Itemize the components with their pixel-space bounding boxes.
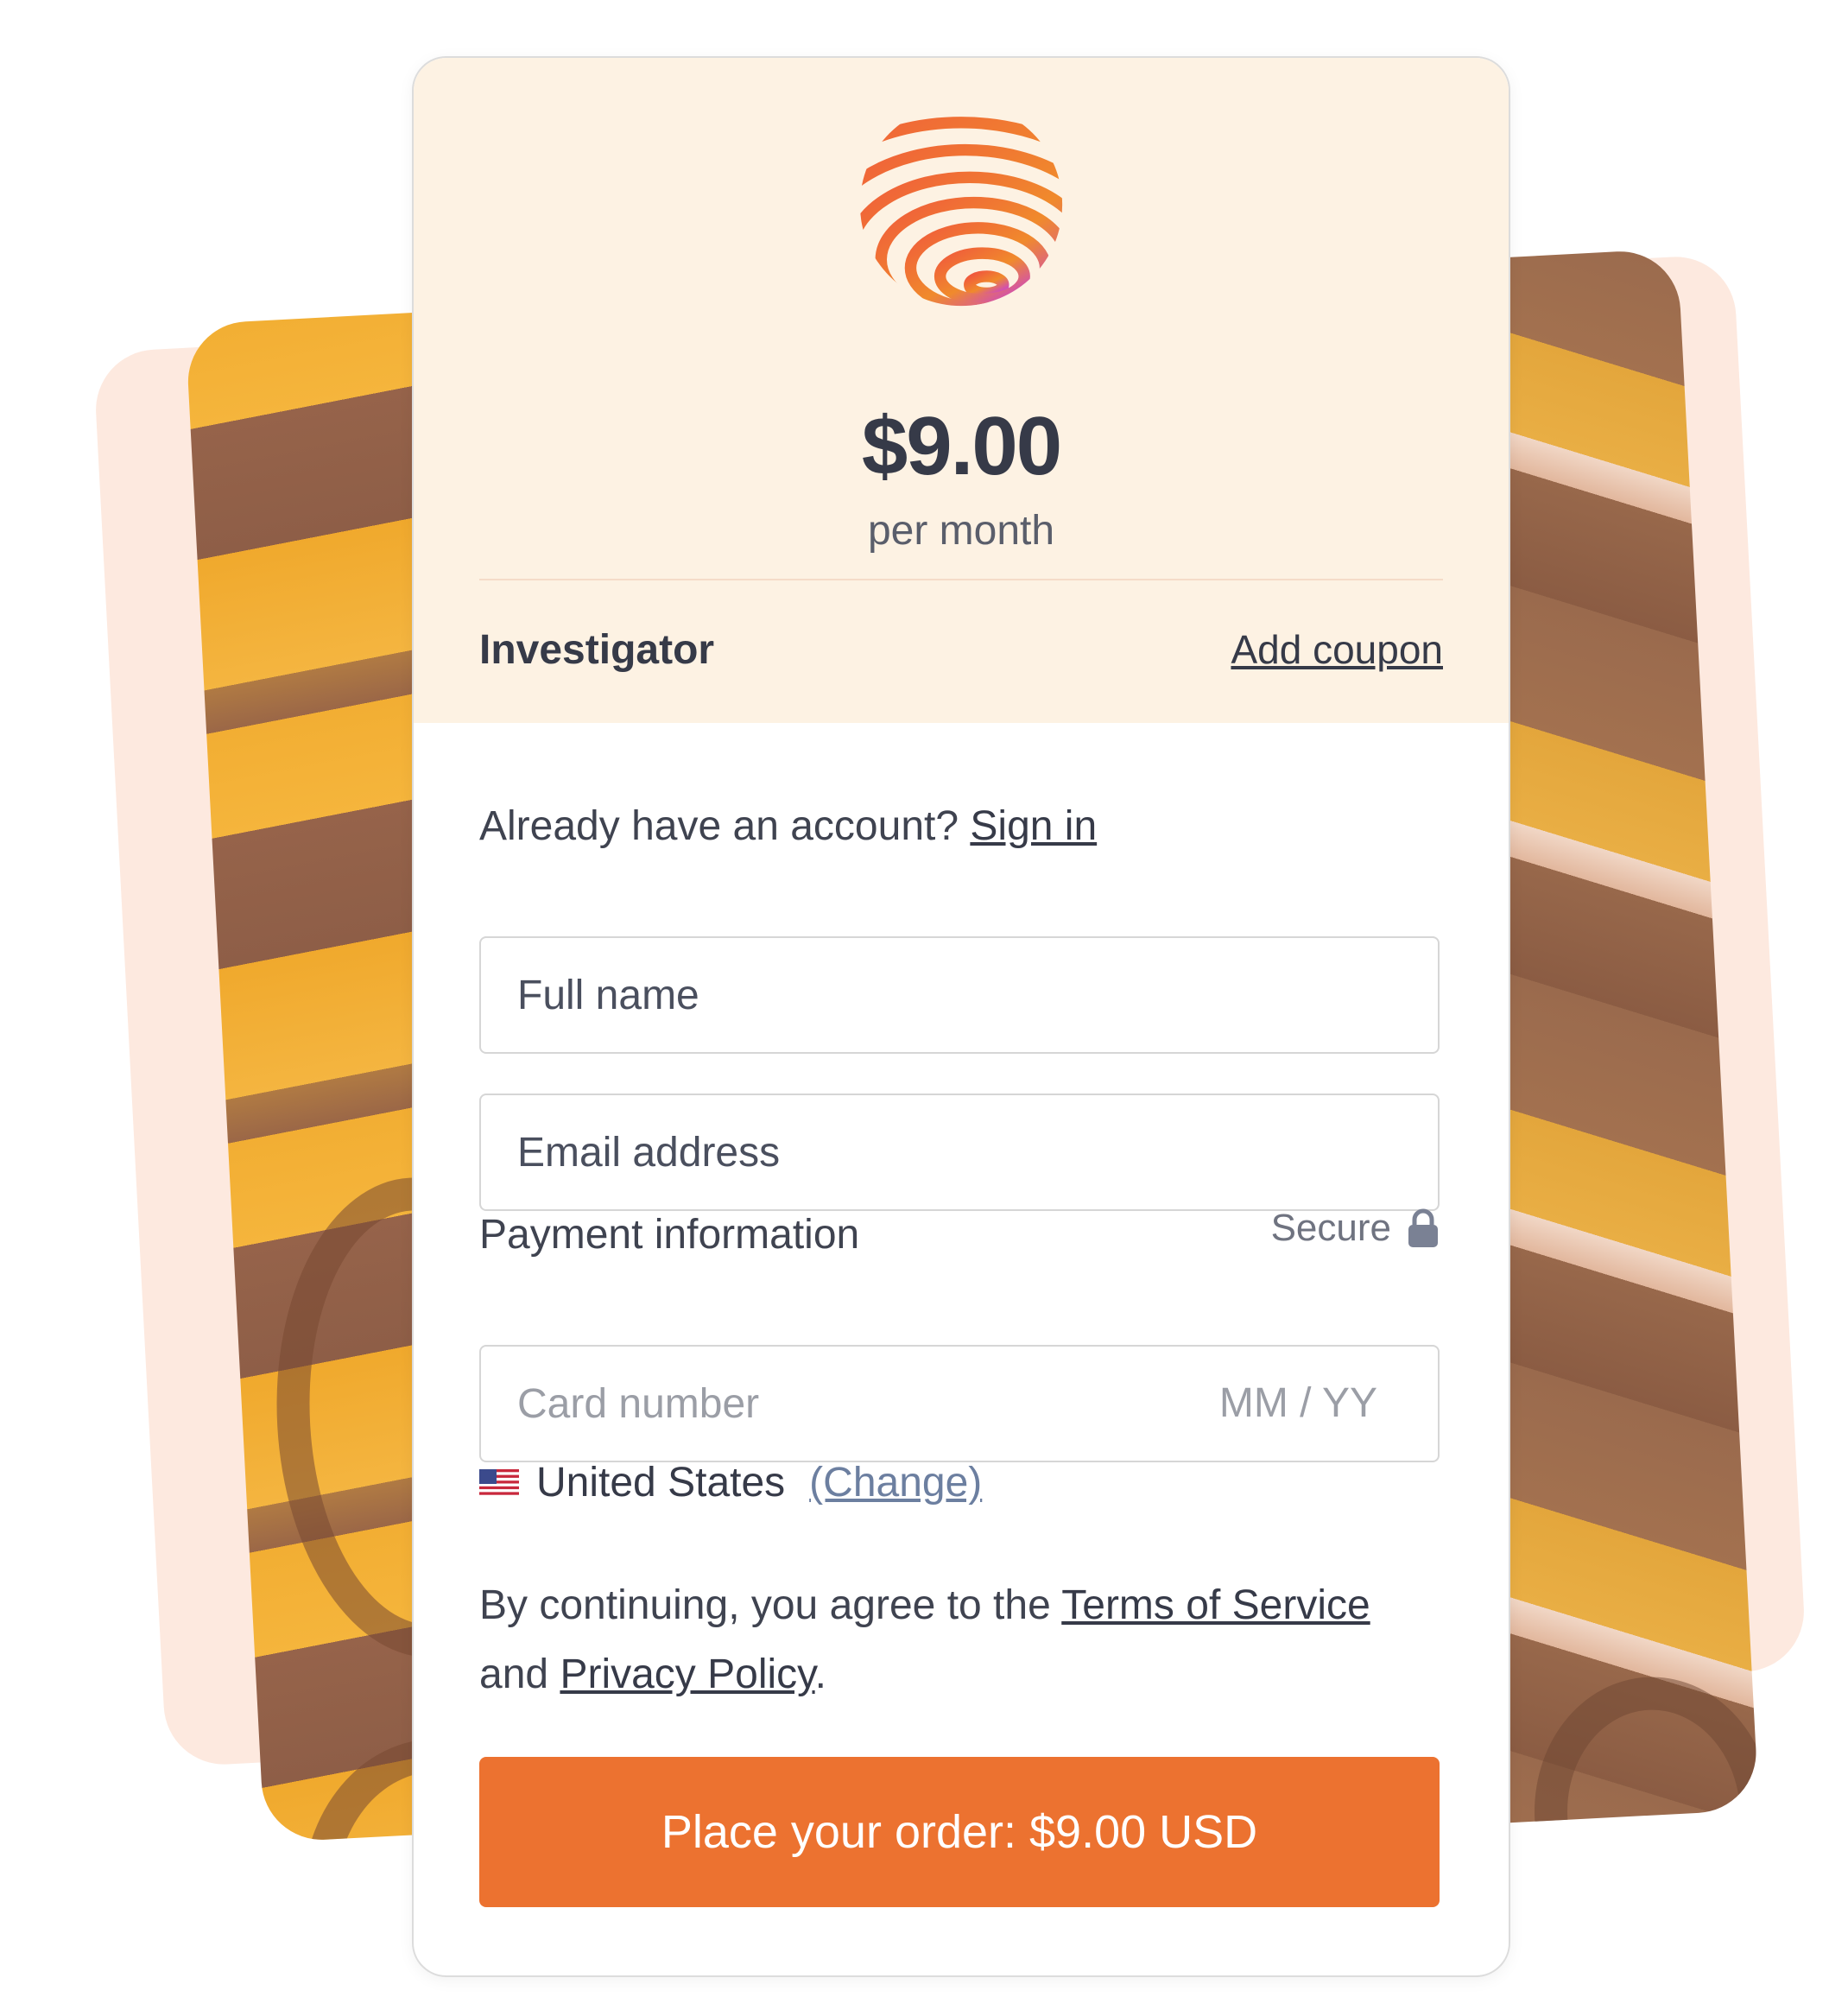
terms-prefix: By continuing, you agree to the [479,1582,1051,1628]
sign-in-link[interactable]: Sign in [970,803,1097,849]
card-expiry-input[interactable]: MM / YY [1219,1347,1377,1461]
email-field[interactable] [479,1094,1440,1211]
card-details-field[interactable]: MM / YY [479,1345,1440,1462]
plan-summary: $9.00 per month Investigator Add coupon [414,58,1509,723]
sign-in-prompt-text: Already have an account? [479,803,959,849]
card-number-input[interactable] [517,1347,1139,1461]
privacy-policy-link[interactable]: Privacy Policy [560,1651,814,1697]
email-input[interactable] [517,1095,1398,1209]
terms-and: and [479,1651,549,1697]
secure-indicator: Secure [1271,1207,1440,1250]
checkout-card: $9.00 per month Investigator Add coupon … [412,56,1510,1977]
us-flag-icon [479,1468,519,1497]
checkout-page: $9.00 per month Investigator Add coupon … [0,0,1829,2016]
add-coupon-link[interactable]: Add coupon [1231,626,1443,673]
striped-globe-logo [859,103,1063,307]
full-name-input[interactable] [517,938,1398,1052]
full-name-field[interactable] [479,936,1440,1054]
plan-price: $9.00 [861,400,1062,492]
secure-label: Secure [1270,1207,1391,1249]
place-order-button[interactable]: Place your order: $9.00 USD [479,1757,1440,1907]
payment-information-label: Payment information [479,1212,860,1258]
billing-period: per month [867,508,1055,554]
country-name: United States [536,1460,786,1506]
sign-in-prompt: Already have an account? Sign in [479,802,1097,850]
change-country-link[interactable]: (Change) [809,1459,982,1506]
terms-suffix: . [814,1651,826,1697]
billing-country: United States (Change) [479,1459,982,1506]
terms-of-service-link[interactable]: Terms of Service [1061,1582,1370,1628]
plan-name: Investigator [479,627,715,673]
terms-notice: By continuing, you agree to the Terms of… [479,1571,1440,1709]
lock-icon [1408,1208,1438,1247]
summary-divider [479,579,1443,580]
